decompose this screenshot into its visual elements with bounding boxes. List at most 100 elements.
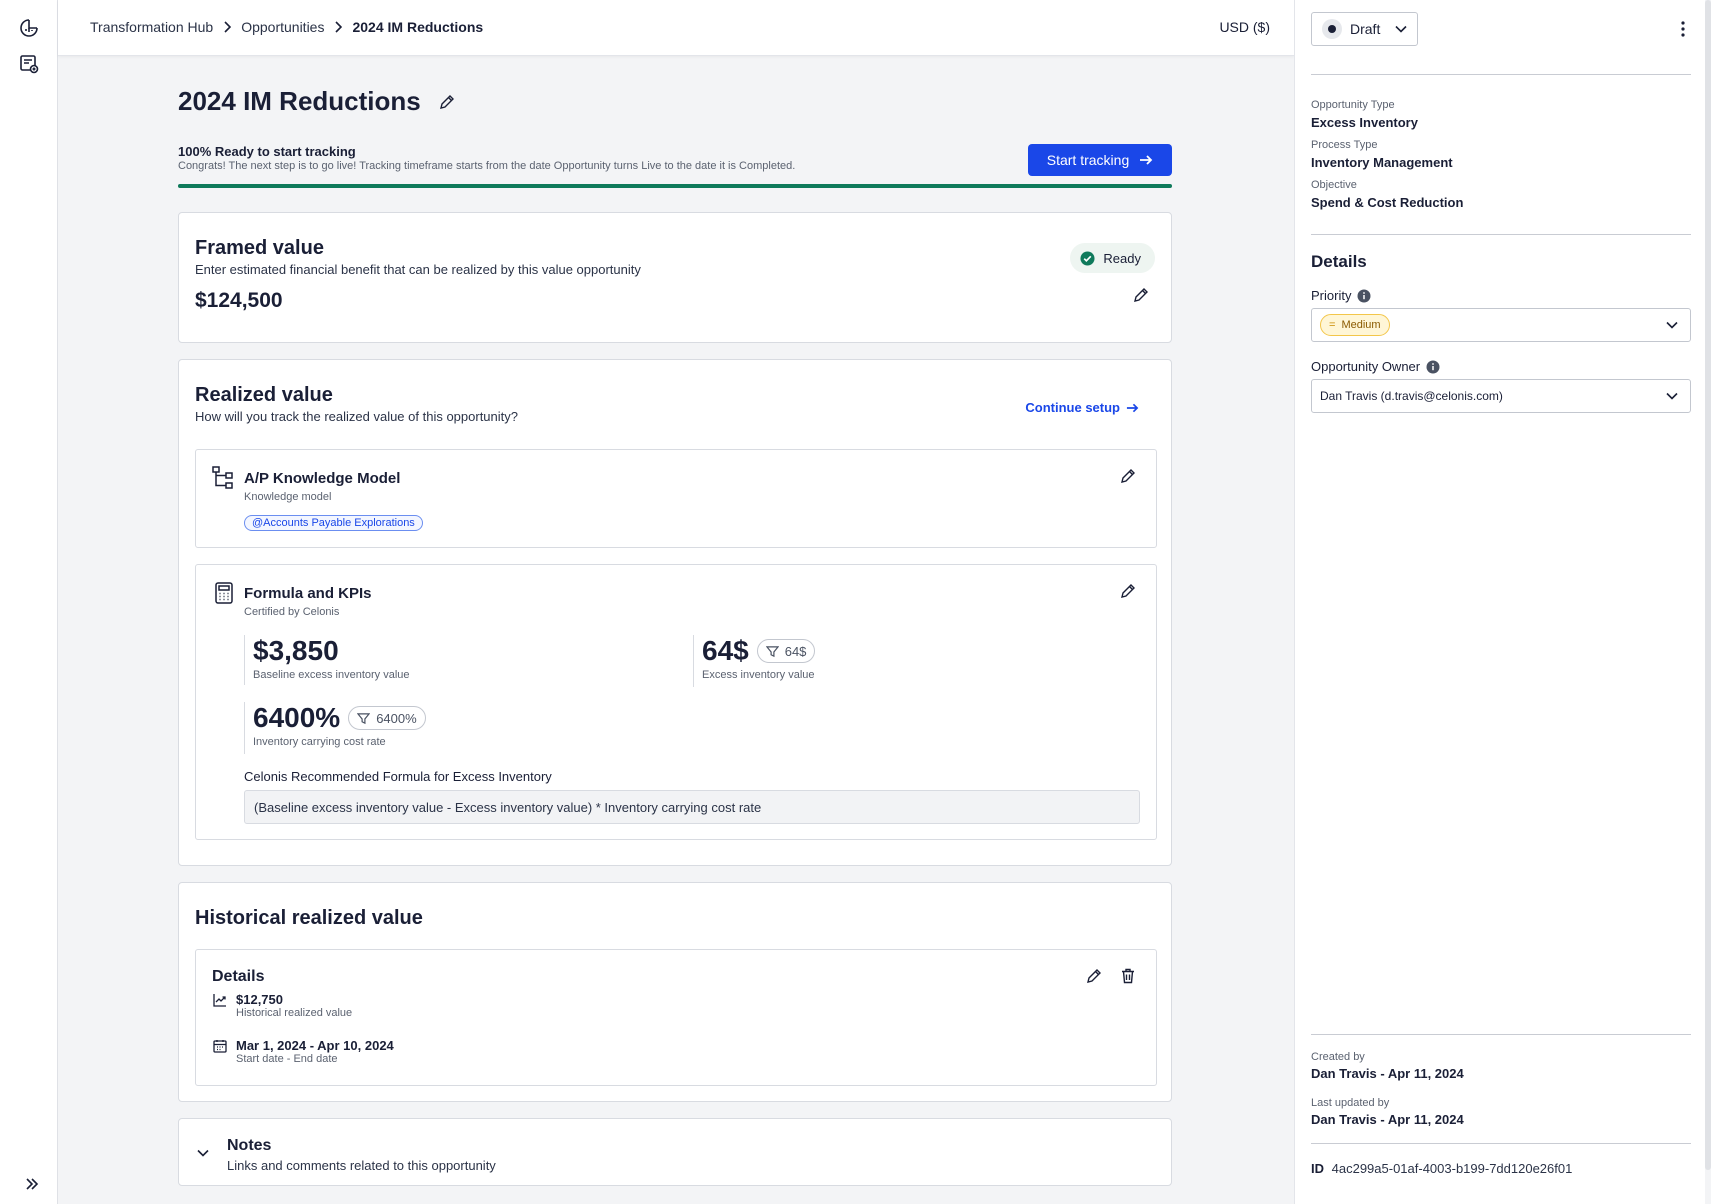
readiness-title: 100% Ready to start tracking (178, 144, 356, 159)
framed-value-card: Framed value Enter estimated financial b… (178, 212, 1172, 343)
kpi-baseline: $3,850 Baseline excess inventory value (244, 635, 410, 685)
left-rail (0, 0, 58, 1204)
historical-date-range: Mar 1, 2024 - Apr 10, 2024 (236, 1038, 394, 1053)
delete-icon[interactable] (1118, 966, 1138, 986)
edit-framed-value-icon[interactable] (1131, 285, 1151, 305)
id-label: ID (1311, 1161, 1324, 1176)
kpi-baseline-label: Baseline excess inventory value (253, 669, 410, 681)
framed-value-title: Framed value (195, 237, 324, 259)
kpi-carrying-chip[interactable]: 6400% (348, 706, 426, 730)
start-tracking-label: Start tracking (1046, 152, 1130, 168)
breadcrumb: Transformation Hub Opportunities 2024 IM… (90, 19, 483, 35)
realized-value-card: Realized value How will you track the re… (178, 359, 1172, 866)
framed-value-amount: $124,500 (195, 289, 283, 312)
edit-knowledge-model-icon[interactable] (1118, 466, 1138, 486)
readiness-banner: 100% Ready to start tracking Congrats! T… (178, 144, 1172, 188)
knowledge-model-subtitle: Knowledge model (244, 491, 332, 503)
objective-label: Objective (1311, 179, 1357, 191)
kpi-excess-label: Excess inventory value (702, 669, 815, 681)
priority-select[interactable]: = Medium (1311, 308, 1691, 342)
process-type-label: Process Type (1311, 139, 1378, 151)
continue-setup-label: Continue setup (1025, 400, 1120, 415)
historical-date-row: Mar 1, 2024 - Apr 10, 2024 Start date - … (212, 1038, 394, 1065)
edit-title-icon[interactable] (437, 92, 457, 112)
formula-kpis-card: Formula and KPIs Certified by Celonis $3… (195, 564, 1157, 840)
filter-icon (765, 645, 779, 657)
more-options-icon[interactable] (1675, 18, 1691, 40)
scrollbar-thumb[interactable] (1705, 0, 1711, 1170)
notes-card[interactable]: Notes Links and comments related to this… (178, 1118, 1172, 1186)
created-by-value: Dan Travis - Apr 11, 2024 (1311, 1066, 1464, 1081)
hierarchy-icon (212, 466, 236, 490)
realized-value-subtitle: How will you track the realized value of… (195, 409, 518, 424)
dashboard-icon[interactable] (17, 16, 41, 40)
status-dot-icon (1322, 19, 1342, 39)
id-value: 4ac299a5-01af-4003-b199-7dd120e26f01 (1331, 1161, 1573, 1176)
filter-icon (357, 712, 371, 724)
expand-sidebar-icon[interactable] (22, 1174, 42, 1194)
updated-by-value: Dan Travis - Apr 11, 2024 (1311, 1112, 1464, 1127)
chevron-right-icon (223, 21, 232, 33)
historical-value: $12,750 (236, 992, 283, 1007)
opportunity-type-label: Opportunity Type (1311, 99, 1395, 111)
formula-expression: (Baseline excess inventory value - Exces… (244, 790, 1140, 824)
kpi-carrying-chip-label: 6400% (376, 710, 417, 726)
formula-title: Formula and KPIs (244, 585, 372, 602)
priority-label-row: Priority (1311, 288, 1371, 303)
arrow-right-icon (1140, 155, 1153, 165)
edit-historical-icon[interactable] (1084, 966, 1104, 986)
kpi-carrying-value: 6400% (253, 702, 341, 733)
priority-label: Priority (1311, 288, 1352, 303)
chevron-down-icon (1395, 25, 1407, 33)
kpi-carrying-cost: 6400% 6400% Inventory carrying cost rate (244, 702, 426, 754)
created-by-label: Created by (1311, 1051, 1365, 1063)
add-list-icon[interactable] (17, 52, 41, 76)
chevron-down-icon (1666, 321, 1678, 329)
historical-date-label: Start date - End date (236, 1053, 338, 1065)
formula-subtitle: Certified by Celonis (244, 606, 340, 618)
kpi-excess-chip[interactable]: 64$ (756, 639, 816, 663)
start-tracking-button[interactable]: Start tracking (1028, 144, 1172, 176)
calendar-icon (212, 1038, 228, 1054)
readiness-progress-bar (178, 184, 1172, 188)
breadcrumb-opportunities[interactable]: Opportunities (241, 19, 324, 35)
status-badge-label: Ready (1103, 250, 1141, 266)
currency-selector[interactable]: USD ($) (1219, 19, 1270, 35)
status-value: Draft (1350, 21, 1381, 37)
kpi-excess-chip-label: 64$ (784, 643, 807, 659)
realized-value-title: Realized value (195, 384, 333, 406)
notes-title: Notes (227, 1137, 272, 1154)
chevron-down-icon (1666, 392, 1678, 400)
opportunity-id: ID 4ac299a5-01af-4003-b199-7dd120e26f01 (1311, 1161, 1572, 1176)
edit-formula-icon[interactable] (1118, 581, 1138, 601)
top-bar: Transformation Hub Opportunities 2024 IM… (58, 0, 1294, 56)
readiness-progress-fill (178, 184, 1172, 188)
arrow-right-icon (1126, 403, 1139, 412)
info-icon[interactable] (1426, 360, 1440, 374)
breadcrumb-transformation-hub[interactable]: Transformation Hub (90, 19, 213, 35)
updated-by-label: Last updated by (1311, 1097, 1390, 1109)
info-icon[interactable] (1357, 289, 1371, 303)
right-panel: Draft Opportunity Type Excess Inventory … (1294, 0, 1713, 1204)
owner-label: Opportunity Owner (1311, 359, 1421, 374)
readiness-subtitle: Congrats! The next step is to go live! T… (178, 160, 796, 172)
page-title: 2024 IM Reductions (178, 86, 421, 116)
owner-select[interactable]: Dan Travis (d.travis@celonis.com) (1311, 379, 1691, 413)
continue-setup-link[interactable]: Continue setup (1025, 400, 1139, 415)
kpi-excess-value: 64$ (702, 635, 749, 666)
owner-value: Dan Travis (d.travis@celonis.com) (1320, 389, 1503, 403)
historical-value-label: Historical realized value (236, 1007, 353, 1019)
details-heading: Details (1311, 252, 1367, 271)
objective-value: Spend & Cost Reduction (1311, 195, 1464, 210)
knowledge-model-title: A/P Knowledge Model (244, 470, 401, 487)
status-badge: Ready (1070, 243, 1155, 273)
kpi-carrying-label: Inventory carrying cost rate (253, 736, 386, 748)
scrollbar[interactable] (1705, 0, 1711, 1204)
divider (1311, 74, 1691, 75)
divider (1311, 234, 1691, 235)
knowledge-model-tag[interactable]: @Accounts Payable Explorations (244, 515, 423, 531)
knowledge-model-card: A/P Knowledge Model Knowledge model @Acc… (195, 449, 1157, 548)
chevron-down-icon[interactable] (195, 1145, 211, 1161)
status-dropdown[interactable]: Draft (1311, 12, 1418, 46)
formula-label: Celonis Recommended Formula for Excess I… (244, 769, 552, 784)
